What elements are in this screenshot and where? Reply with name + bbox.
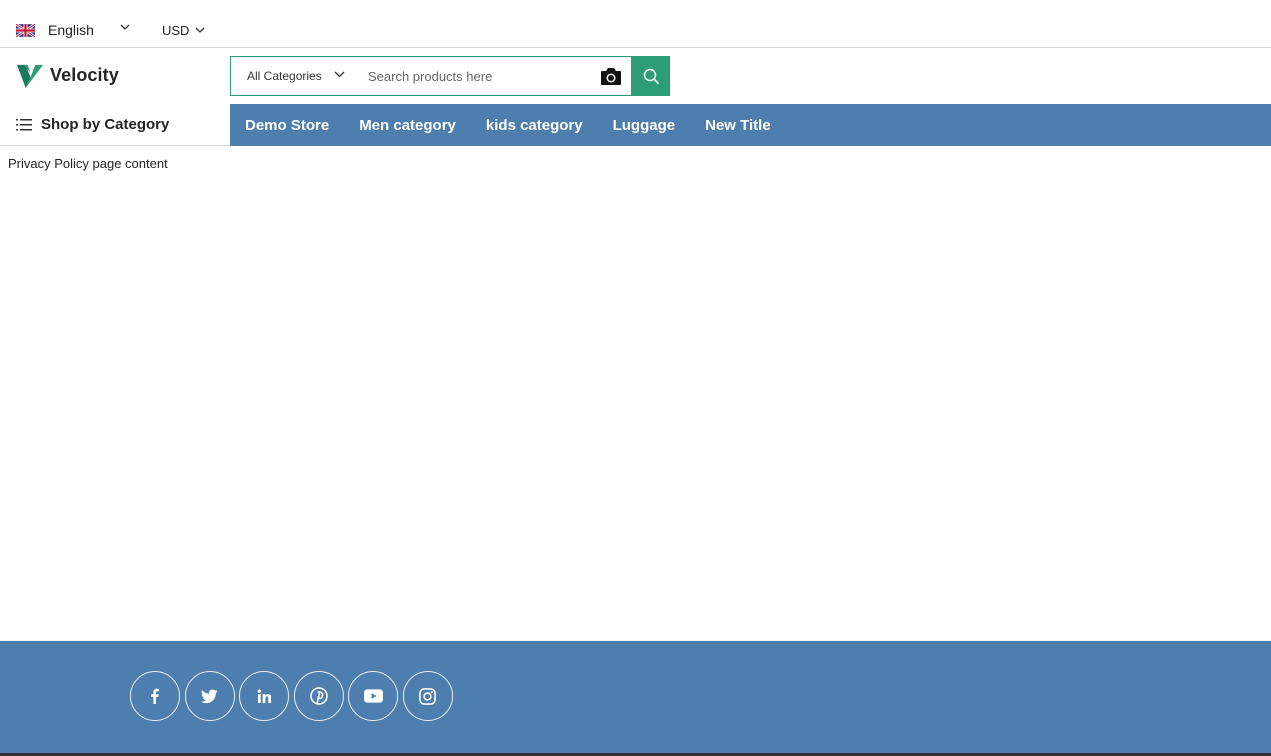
social-links (130, 671, 458, 721)
nav-link-demo-store[interactable]: Demo Store (245, 117, 329, 134)
logo-text: Velocity (50, 65, 119, 85)
instagram-link[interactable] (402, 671, 453, 721)
search-bar: All Categories (230, 56, 670, 96)
twitter-link[interactable] (184, 671, 235, 721)
search-button[interactable] (631, 56, 670, 96)
language-selector[interactable]: English (16, 20, 130, 40)
shop-by-category-button[interactable]: Shop by Category (0, 104, 230, 146)
linkedin-link[interactable] (239, 671, 290, 721)
facebook-icon (151, 688, 159, 704)
top-bar: English USD (0, 0, 1271, 48)
pinterest-link[interactable] (293, 671, 344, 721)
header: Velocity All Categories (0, 48, 1271, 104)
chevron-down-icon (334, 71, 345, 78)
search-input[interactable] (357, 56, 631, 96)
nav-link-kids-category[interactable]: kids category (486, 117, 583, 134)
linkedin-icon (257, 688, 271, 703)
youtube-link[interactable] (348, 671, 399, 721)
nav-link-luggage[interactable]: Luggage (613, 117, 676, 134)
main-nav: Demo Store Men category kids category Lu… (230, 104, 1271, 146)
language-label: English (48, 22, 94, 38)
nav-link-new-title[interactable]: New Title (705, 117, 771, 134)
chevron-down-icon (195, 27, 205, 33)
category-select-label: All Categories (247, 69, 322, 83)
currency-selector[interactable]: USD (162, 20, 205, 40)
footer (0, 641, 1271, 753)
shop-by-category-label: Shop by Category (41, 116, 170, 133)
velocity-logo-icon (17, 64, 44, 89)
uk-flag-icon (16, 23, 35, 37)
search-icon (643, 68, 659, 84)
twitter-icon (201, 688, 218, 703)
instagram-icon (419, 687, 437, 705)
currency-label: USD (162, 22, 190, 38)
camera-icon[interactable] (600, 66, 622, 86)
pinterest-icon (309, 687, 328, 705)
category-select[interactable]: All Categories (230, 56, 358, 96)
facebook-link[interactable] (130, 671, 180, 721)
page-content-text: Privacy Policy page content (8, 156, 168, 171)
nav-link-men-category[interactable]: Men category (359, 117, 456, 134)
site-logo[interactable]: Velocity (17, 62, 119, 89)
youtube-icon (363, 689, 383, 703)
chevron-down-icon (120, 24, 130, 30)
list-menu-icon (16, 118, 32, 130)
